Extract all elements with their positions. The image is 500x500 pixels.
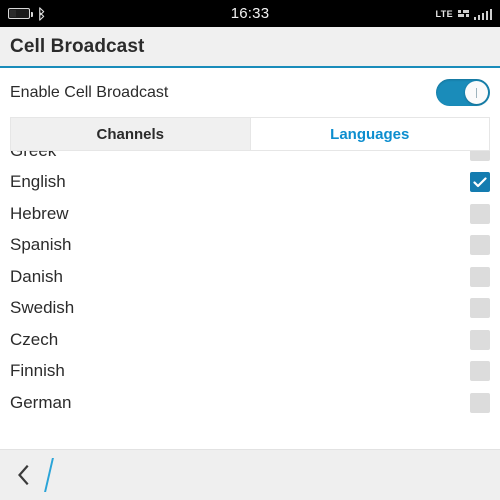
language-checkbox[interactable] xyxy=(470,361,490,382)
tab-languages-label: Languages xyxy=(330,125,410,143)
status-bar-clock: 16:33 xyxy=(230,5,270,22)
list-item[interactable]: Swedish xyxy=(0,293,500,325)
language-checkbox[interactable] xyxy=(470,266,490,287)
phone-screen: 16:33 LTE Cell Broadcast Enable Cell Bro… xyxy=(0,0,500,500)
languages-list-inner: Greek English Hebrew Spanish xyxy=(0,151,500,419)
tab-channels-label: Channels xyxy=(96,125,164,143)
list-item[interactable]: English xyxy=(0,167,500,199)
enable-cell-broadcast-label: Enable Cell Broadcast xyxy=(10,83,169,101)
language-label: German xyxy=(10,392,72,412)
tab-channels[interactable]: Channels xyxy=(10,117,251,151)
tab-languages[interactable]: Languages xyxy=(250,117,490,151)
language-label: Greek xyxy=(10,151,56,161)
list-item[interactable]: German xyxy=(0,387,500,419)
enable-cell-broadcast-toggle[interactable] xyxy=(436,79,490,106)
language-checkbox[interactable] xyxy=(470,392,490,413)
status-bar: 16:33 LTE xyxy=(0,0,500,27)
language-label: Danish xyxy=(10,266,63,286)
back-chevron-icon xyxy=(17,465,30,485)
language-label: English xyxy=(10,172,66,192)
page-title: Cell Broadcast xyxy=(10,35,145,57)
list-item[interactable]: Finnish xyxy=(0,356,500,388)
list-item[interactable]: Greek xyxy=(0,151,500,167)
toggle-knob xyxy=(465,81,488,104)
language-checkbox[interactable] xyxy=(470,298,490,319)
language-label: Hebrew xyxy=(10,203,69,223)
language-label: Swedish xyxy=(10,298,75,318)
back-button[interactable] xyxy=(0,450,46,500)
language-checkbox[interactable] xyxy=(470,235,490,256)
list-item[interactable]: Czech xyxy=(0,324,500,356)
list-item[interactable]: Spanish xyxy=(0,230,500,262)
enable-cell-broadcast-row[interactable]: Enable Cell Broadcast xyxy=(0,68,500,117)
language-checkbox[interactable] xyxy=(470,329,490,350)
languages-list[interactable]: Greek English Hebrew Spanish xyxy=(0,151,500,449)
tab-bar: Channels Languages xyxy=(10,117,490,151)
language-label: Czech xyxy=(10,329,59,349)
list-item[interactable]: Hebrew xyxy=(0,198,500,230)
bottom-navigation-bar xyxy=(0,449,500,500)
app-title-bar: Cell Broadcast xyxy=(0,27,500,68)
language-label: Spanish xyxy=(10,235,72,255)
language-checkbox[interactable] xyxy=(470,172,490,193)
language-label: Finnish xyxy=(10,361,65,381)
list-item[interactable]: Danish xyxy=(0,261,500,293)
language-checkbox[interactable] xyxy=(470,203,490,224)
language-checkbox[interactable] xyxy=(470,151,490,161)
